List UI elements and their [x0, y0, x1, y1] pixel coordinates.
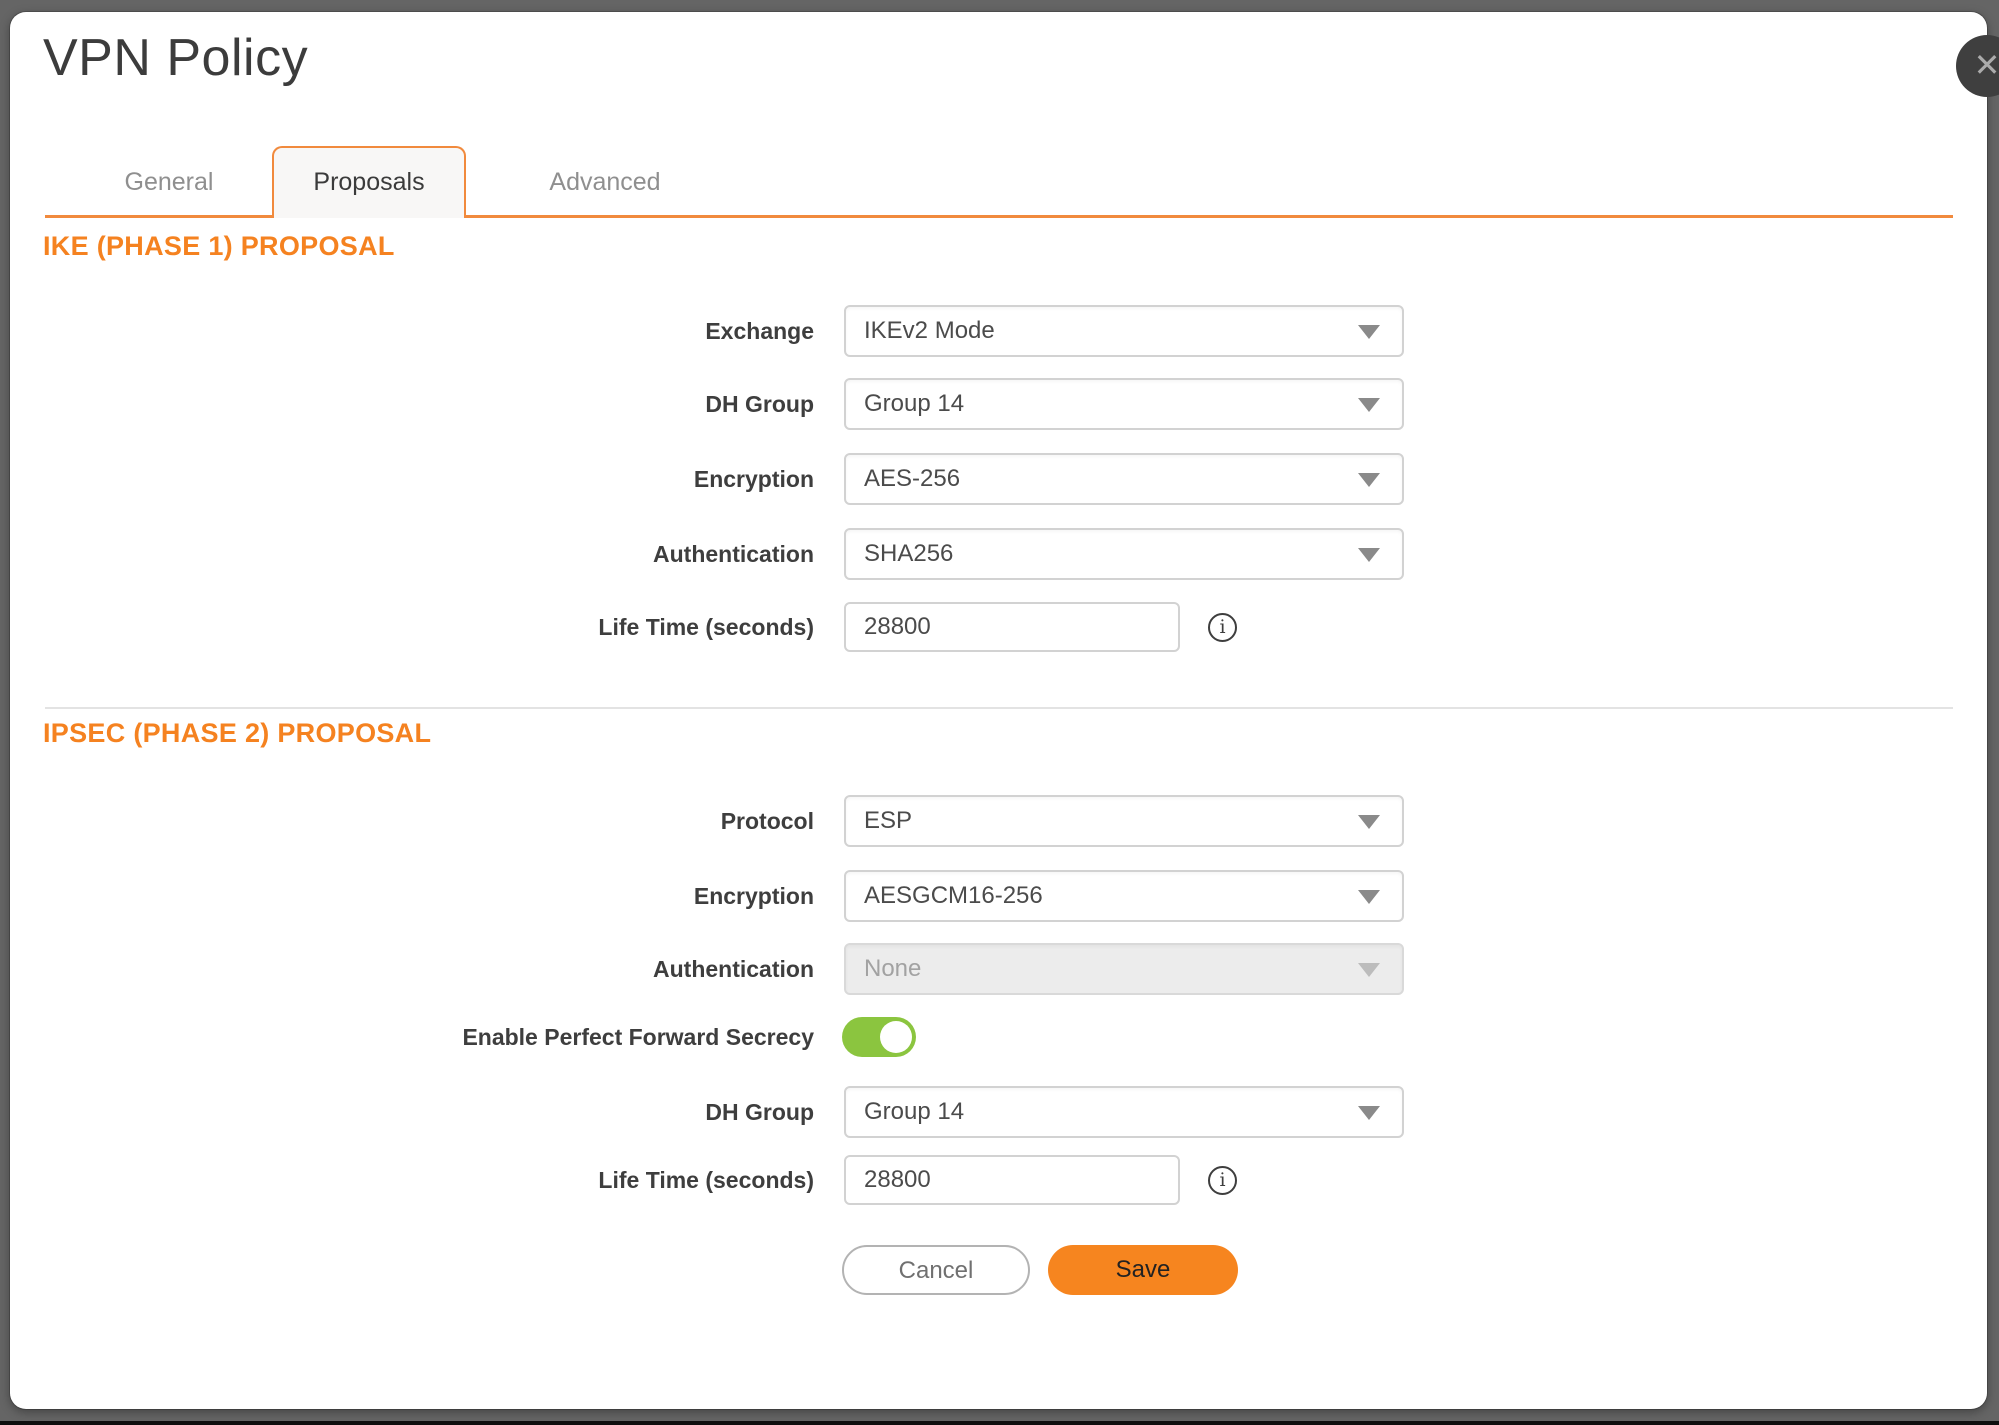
- chevron-down-icon: [1358, 815, 1380, 829]
- form-row: DH Group Group 14: [0, 1086, 1999, 1138]
- protocol-value: ESP: [864, 807, 912, 834]
- chevron-down-icon: [1358, 963, 1380, 977]
- ipsec-life-time-input[interactable]: 28800: [844, 1155, 1180, 1205]
- authentication-select[interactable]: SHA256: [844, 528, 1404, 580]
- chevron-down-icon: [1358, 398, 1380, 412]
- ipsec-dh-group-value: Group 14: [864, 1098, 964, 1125]
- life-time-label: Life Time (seconds): [0, 602, 814, 652]
- form-row: Encryption AES-256: [0, 453, 1999, 505]
- form-row: Authentication None: [0, 943, 1999, 995]
- authentication-value: SHA256: [864, 540, 953, 567]
- exchange-label: Exchange: [0, 305, 814, 357]
- chevron-down-icon: [1358, 1106, 1380, 1120]
- encryption-label: Encryption: [0, 453, 814, 505]
- dh-group-label: DH Group: [0, 378, 814, 430]
- ipsec-life-time-label: Life Time (seconds): [0, 1155, 814, 1205]
- form-row: Exchange IKEv2 Mode: [0, 305, 1999, 357]
- form-row: Life Time (seconds) 28800 i: [0, 602, 1999, 652]
- cancel-button[interactable]: Cancel: [842, 1245, 1030, 1295]
- chevron-down-icon: [1358, 325, 1380, 339]
- form-row: DH Group Group 14: [0, 378, 1999, 430]
- ipsec-encryption-select[interactable]: AESGCM16-256: [844, 870, 1404, 922]
- page-title: VPN Policy: [43, 28, 308, 88]
- form-row: Protocol ESP: [0, 795, 1999, 847]
- ipsec-encryption-value: AESGCM16-256: [864, 882, 1043, 909]
- page-bottom-edge: [0, 1421, 1999, 1425]
- ipsec-authentication-select: None: [844, 943, 1404, 995]
- ipsec-authentication-label: Authentication: [0, 943, 814, 995]
- chevron-down-icon: [1358, 890, 1380, 904]
- tab-advanced[interactable]: Advanced: [528, 146, 682, 218]
- ipsec-encryption-label: Encryption: [0, 870, 814, 922]
- form-row: Life Time (seconds) 28800 i: [0, 1155, 1999, 1205]
- ipsec-dh-group-label: DH Group: [0, 1086, 814, 1138]
- protocol-label: Protocol: [0, 795, 814, 847]
- form-row: Enable Perfect Forward Secrecy: [0, 1017, 1999, 1057]
- pfs-label: Enable Perfect Forward Secrecy: [0, 1017, 814, 1057]
- protocol-select[interactable]: ESP: [844, 795, 1404, 847]
- section-heading-ipsec-phase2: IPSEC (PHASE 2) PROPOSAL: [43, 718, 431, 749]
- save-button[interactable]: Save: [1048, 1245, 1238, 1295]
- chevron-down-icon: [1358, 548, 1380, 562]
- toggle-knob: [880, 1021, 912, 1053]
- info-icon[interactable]: i: [1208, 613, 1237, 642]
- form-row: Authentication SHA256: [0, 528, 1999, 580]
- tab-proposals[interactable]: Proposals: [272, 146, 466, 218]
- life-time-input[interactable]: 28800: [844, 602, 1180, 652]
- encryption-select[interactable]: AES-256: [844, 453, 1404, 505]
- section-divider: [45, 707, 1953, 709]
- form-row: Encryption AESGCM16-256: [0, 870, 1999, 922]
- dh-group-value: Group 14: [864, 390, 964, 417]
- chevron-down-icon: [1358, 473, 1380, 487]
- encryption-value: AES-256: [864, 465, 960, 492]
- ipsec-authentication-value: None: [864, 955, 921, 982]
- authentication-label: Authentication: [0, 528, 814, 580]
- exchange-select[interactable]: IKEv2 Mode: [844, 305, 1404, 357]
- dh-group-select[interactable]: Group 14: [844, 378, 1404, 430]
- ipsec-dh-group-select[interactable]: Group 14: [844, 1086, 1404, 1138]
- section-heading-ike-phase1: IKE (PHASE 1) PROPOSAL: [43, 231, 395, 262]
- exchange-value: IKEv2 Mode: [864, 317, 995, 344]
- pfs-toggle[interactable]: [842, 1017, 916, 1057]
- info-icon[interactable]: i: [1208, 1166, 1237, 1195]
- tab-general[interactable]: General: [92, 146, 246, 218]
